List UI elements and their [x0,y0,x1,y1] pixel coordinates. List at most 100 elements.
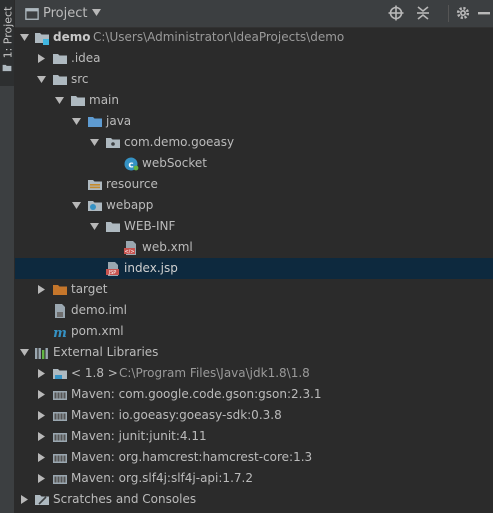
collapse-arrow-icon[interactable] [36,473,47,484]
tree-node-label: External Libraries [53,345,159,359]
tree-node-library[interactable]: Maven: com.google.code.gson:gson:2.3.1 [15,384,493,405]
tree-node-label: Maven: com.google.code.gson:gson:2.3.1 [71,387,322,401]
folder-icon [52,72,68,88]
tree-node-main[interactable]: main [15,90,493,111]
folder-icon [52,51,68,67]
header-separator [448,5,449,22]
tree-node-resource[interactable]: resource [15,174,493,195]
folder-icon [70,93,86,109]
tree-node-label: target [71,282,108,296]
tree-node-web-inf[interactable]: WEB-INF [15,216,493,237]
xml-file-icon [123,240,139,256]
jar-library-icon [52,471,68,487]
gear-icon[interactable] [455,5,471,21]
expand-arrow-icon[interactable] [89,221,100,232]
tree-node-library[interactable]: Maven: org.slf4j:slf4j-api:1.7.2 [15,468,493,489]
iml-file-icon [52,303,68,319]
tree-node-jdk[interactable]: < 1.8 > C:\Program Files\Java\jdk1.8\1.8 [15,363,493,384]
project-panel-header: Project [15,0,493,28]
tree-node-label: Maven: junit:junit:4.11 [71,429,207,443]
scratches-icon [34,492,50,508]
tree-node-label: WEB-INF [124,219,176,233]
collapse-arrow-icon[interactable] [36,284,47,295]
tree-node-label: Maven: org.hamcrest:hamcrest-core:1.3 [71,450,313,464]
tree-node-demo-iml[interactable]: demo.iml [15,300,493,321]
tree-node-web-xml[interactable]: web.xml [15,237,493,258]
expand-arrow-icon[interactable] [89,137,100,148]
expand-arrow-icon[interactable] [19,32,30,43]
tree-node-target[interactable]: target [15,279,493,300]
jar-library-icon [52,450,68,466]
tree-node-pom-xml[interactable]: pom.xml [15,321,493,342]
tree-node-label: index.jsp [124,261,178,275]
libraries-icon [34,345,50,361]
collapse-arrow-icon[interactable] [36,410,47,421]
collapse-arrow-icon[interactable] [19,494,30,505]
collapse-all-icon[interactable] [415,5,431,21]
tree-node-websocket[interactable]: webSocket [15,153,493,174]
java-class-icon [123,156,139,172]
hide-panel-icon[interactable] [476,5,492,21]
tree-node-src[interactable]: src [15,69,493,90]
tree-node-package[interactable]: com.demo.goeasy [15,132,493,153]
tree-node-library[interactable]: Maven: org.hamcrest:hamcrest-core:1.3 [15,447,493,468]
jar-library-icon [52,429,68,445]
tree-node-label: src [71,72,89,86]
package-icon [105,135,121,151]
tree-node-label: .idea [71,51,101,65]
tree-node-label: Scratches and Consoles [53,492,197,506]
collapse-arrow-icon[interactable] [36,452,47,463]
module-folder-icon [34,30,50,46]
tree-node-label: pom.xml [71,324,124,338]
tree-node-label: resource [106,177,158,191]
tree-node-library[interactable]: Maven: junit:junit:4.11 [15,426,493,447]
tree-node-label: web.xml [142,240,193,254]
tool-window-strip: 1: Project [0,0,15,513]
tree-node-idea[interactable]: .idea [15,48,493,69]
jsp-file-icon [105,261,121,277]
folder-icon [2,63,12,73]
tree-node-webapp[interactable]: webapp [15,195,493,216]
sdk-icon [52,366,68,382]
project-tool-tab[interactable]: 1: Project [0,0,14,86]
tree-node-index-jsp[interactable]: index.jsp [15,258,493,279]
excluded-folder-icon [52,282,68,298]
tree-node-label: Maven: org.slf4j:slf4j-api:1.7.2 [71,471,253,485]
project-tool-tab-label: 1: Project [1,6,15,59]
collapse-arrow-icon[interactable] [36,431,47,442]
collapse-arrow-icon[interactable] [36,368,47,379]
resource-folder-icon [87,177,103,193]
folder-name: idea [74,51,101,65]
panel-title[interactable]: Project [43,6,87,21]
tree-node-label: webapp [106,198,154,212]
project-folder-icon [25,8,39,20]
tree-node-label: < 1.8 > [71,366,118,380]
expand-arrow-icon[interactable] [71,200,82,211]
tree-node-label: main [89,93,119,107]
jar-library-icon [52,408,68,424]
expand-arrow-icon[interactable] [36,74,47,85]
tree-node-scratches[interactable]: Scratches and Consoles [15,489,493,510]
expand-arrow-icon[interactable] [71,116,82,127]
folder-icon [105,219,121,235]
locate-icon[interactable] [388,5,404,21]
tree-node-label: com.demo.goeasy [124,135,235,149]
tree-node-label: demo [53,30,91,44]
tree-node-demo[interactable]: demo C:\Users\Administrator\IdeaProjects… [15,27,493,48]
tree-node-external-libraries[interactable]: External Libraries [15,342,493,363]
web-folder-icon [87,198,103,214]
tree-node-java[interactable]: java [15,111,493,132]
collapse-arrow-icon[interactable] [36,389,47,400]
module-path: C:\Users\Administrator\IdeaProjects\demo [93,30,345,44]
tree-node-label: Maven: io.goeasy:goeasy-sdk:0.3.8 [71,408,282,422]
maven-icon [52,324,68,340]
tree-node-label: demo.iml [71,303,127,317]
tree-node-library[interactable]: Maven: io.goeasy:goeasy-sdk:0.3.8 [15,405,493,426]
tree-node-label: webSocket [142,156,207,170]
collapse-arrow-icon[interactable] [36,53,47,64]
expand-arrow-icon[interactable] [54,95,65,106]
source-folder-icon [87,114,103,130]
jar-library-icon [52,387,68,403]
expand-arrow-icon[interactable] [19,347,30,358]
chevron-down-icon[interactable] [91,7,102,18]
